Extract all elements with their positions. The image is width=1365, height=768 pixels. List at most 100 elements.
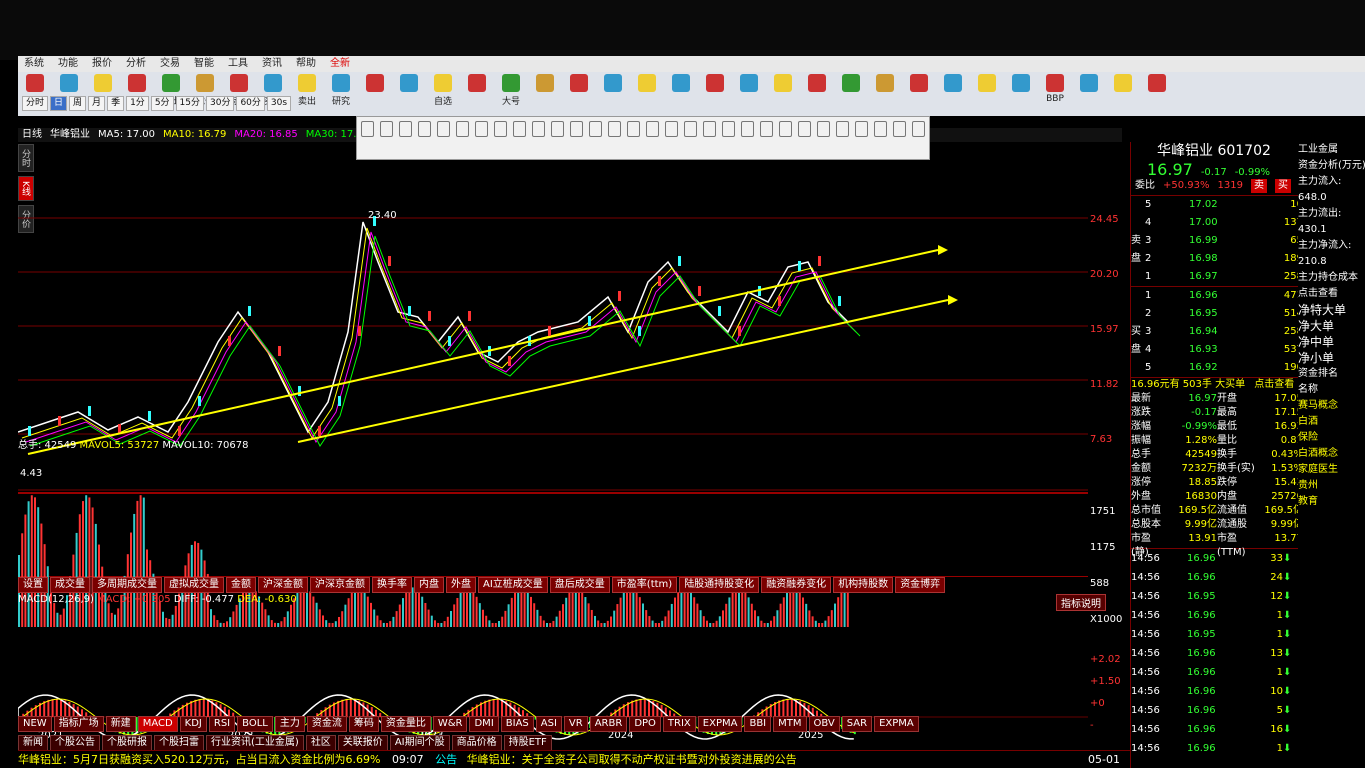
- toolbar-button-31[interactable]: [1074, 74, 1104, 114]
- draw-tool-icon-28[interactable]: [893, 121, 906, 137]
- vol-indicator-tab-16[interactable]: 资金博弈: [895, 577, 946, 593]
- buy-button[interactable]: 买: [1274, 179, 1291, 193]
- fund-item[interactable]: 主力流入:: [1298, 174, 1365, 190]
- indicator-tab-1[interactable]: 指标广场: [53, 716, 104, 732]
- indicator-tab-12[interactable]: DMI: [469, 716, 499, 732]
- info-tab-2[interactable]: 个股研报: [102, 735, 152, 751]
- buy-level-row[interactable]: 4 16.93 537: [1131, 341, 1306, 359]
- toolbar-button-21[interactable]: [734, 74, 764, 114]
- vol-indicator-tab-9[interactable]: 外盘: [446, 577, 476, 593]
- draw-tool-icon-1[interactable]: [380, 121, 393, 137]
- fund-item[interactable]: 主力流出:: [1298, 206, 1365, 222]
- vol-indicator-tab-6[interactable]: 沪深京金额: [310, 577, 370, 593]
- toolbar-button-26[interactable]: [904, 74, 934, 114]
- toolbar-button-28[interactable]: [972, 74, 1002, 114]
- period-tab-5[interactable]: 1分: [126, 96, 149, 111]
- indicator-tab-17[interactable]: DPO: [629, 716, 661, 732]
- draw-tool-icon-27[interactable]: [874, 121, 887, 137]
- indicator-tab-16[interactable]: ARBR: [589, 716, 628, 732]
- indicator-tab-11[interactable]: W&R: [432, 716, 468, 732]
- fund-item[interactable]: 工业金属: [1298, 142, 1365, 158]
- fund-item[interactable]: 净特大单: [1298, 302, 1365, 318]
- draw-tool-icon-19[interactable]: [722, 121, 735, 137]
- draw-tool-icon-13[interactable]: [608, 121, 621, 137]
- menu-news[interactable]: 资讯: [262, 56, 282, 72]
- info-tab-8[interactable]: 商品价格: [451, 735, 502, 751]
- vol-indicator-tab-10[interactable]: AI立桩成交量: [478, 577, 548, 593]
- draw-tool-icon-18[interactable]: [703, 121, 716, 137]
- vol-indicator-tab-11[interactable]: 盘后成交量: [549, 577, 610, 593]
- fund-item[interactable]: 648.0: [1298, 190, 1365, 206]
- indicator-tab-15[interactable]: VR: [563, 716, 588, 732]
- indicator-tab-21[interactable]: MTM: [773, 716, 807, 732]
- toolbar-button-8[interactable]: 卖出: [292, 74, 322, 114]
- sell-level-row[interactable]: 2 16.98 189: [1131, 250, 1306, 268]
- fund-item[interactable]: 净中单: [1298, 334, 1365, 350]
- draw-tool-icon-12[interactable]: [589, 121, 602, 137]
- indicator-tab-7[interactable]: 主力: [274, 716, 305, 732]
- fund-item[interactable]: 点击查看: [1298, 286, 1365, 302]
- indicator-tab-6[interactable]: BOLL: [237, 716, 273, 732]
- toolbar-button-33[interactable]: [1142, 74, 1172, 114]
- period-tab-2[interactable]: 周: [69, 96, 87, 111]
- menu-help[interactable]: 帮助: [296, 56, 316, 72]
- toolbar-button-27[interactable]: [938, 74, 968, 114]
- indicator-tab-9[interactable]: 筹码: [348, 716, 379, 732]
- menu-new[interactable]: 全新: [330, 56, 350, 72]
- info-tab-9[interactable]: 持股ETF: [503, 735, 552, 751]
- toolbar-button-9[interactable]: 研究: [326, 74, 356, 114]
- draw-tool-icon-26[interactable]: [855, 121, 868, 137]
- news-ticker[interactable]: 华峰铝业：5月7日获融资买入520.12万元，占当日流入资金比例为6.69% 0…: [18, 750, 1148, 768]
- sell-level-row[interactable]: 卖盘 3 16.99 65: [1131, 232, 1306, 264]
- indicator-tab-20[interactable]: BBI: [744, 716, 772, 732]
- vol-indicator-tab-13[interactable]: 陆股通持股变化: [679, 577, 760, 593]
- indicator-tab-22[interactable]: OBV: [808, 716, 840, 732]
- sell-level-row[interactable]: 5 17.02 10: [1131, 196, 1306, 214]
- indicator-tab-24[interactable]: EXPMA: [874, 716, 919, 732]
- indicator-tab-10[interactable]: 资金量比: [380, 716, 431, 732]
- menu-system[interactable]: 系统: [24, 56, 44, 72]
- sell-level-row[interactable]: 4 17.00 137: [1131, 214, 1306, 232]
- vol-indicator-tab-7[interactable]: 换手率: [372, 577, 412, 593]
- toolbar-button-17[interactable]: [598, 74, 628, 114]
- draw-tool-icon-17[interactable]: [684, 121, 697, 137]
- fund-item[interactable]: 白酒概念: [1298, 446, 1365, 462]
- menu-tools[interactable]: 工具: [228, 56, 248, 72]
- vol-indicator-tab-5[interactable]: 沪深金额: [258, 577, 308, 593]
- fund-item[interactable]: 保险: [1298, 430, 1365, 446]
- buy-level-row[interactable]: 5 16.92 190: [1131, 359, 1306, 377]
- period-tab-7[interactable]: 15分: [175, 96, 204, 111]
- draw-tool-icon-9[interactable]: [532, 121, 545, 137]
- news-left[interactable]: 华峰铝业：5月7日获融资买入520.12万元，占当日流入资金比例为6.69%: [18, 753, 380, 766]
- info-tab-0[interactable]: 新闻: [18, 735, 48, 751]
- toolbar-button-30[interactable]: BBP: [1040, 74, 1070, 114]
- toolbar-button-32[interactable]: [1108, 74, 1138, 114]
- indicator-tab-19[interactable]: EXPMA: [697, 716, 743, 732]
- fund-item[interactable]: 210.8: [1298, 254, 1365, 270]
- period-tab-8[interactable]: 30分: [206, 96, 235, 111]
- info-tab-1[interactable]: 个股公告: [50, 735, 100, 751]
- draw-tool-icon-14[interactable]: [627, 121, 640, 137]
- toolbar-button-22[interactable]: [768, 74, 798, 114]
- draw-tool-icon-20[interactable]: [741, 121, 754, 137]
- toolbar-button-16[interactable]: [564, 74, 594, 114]
- info-tab-4[interactable]: 行业资讯(工业金属): [206, 735, 304, 751]
- indicator-tab-14[interactable]: ASI: [535, 716, 562, 732]
- draw-tool-icon-8[interactable]: [513, 121, 526, 137]
- fund-item[interactable]: 教育: [1298, 494, 1365, 510]
- vol-indicator-tab-1[interactable]: 成交量: [50, 577, 90, 593]
- vol-indicator-tab-14[interactable]: 融资融券变化: [761, 577, 832, 593]
- toolbar-button-25[interactable]: [870, 74, 900, 114]
- indicator-tab-0[interactable]: NEW: [18, 716, 52, 732]
- indicator-tab-2[interactable]: 新建: [105, 716, 136, 732]
- big-order-row[interactable]: 16.96元有 503手 大买单 点击查看: [1131, 377, 1306, 392]
- period-tab-0[interactable]: 分时: [22, 96, 49, 111]
- toolbar-button-15[interactable]: [530, 74, 560, 114]
- indicator-tab-4[interactable]: KDJ: [179, 716, 207, 732]
- menu-analysis[interactable]: 分析: [126, 56, 146, 72]
- sell-level-row[interactable]: 1 16.97 258: [1131, 268, 1306, 286]
- toolbar-button-19[interactable]: [666, 74, 696, 114]
- period-tab-4[interactable]: 季: [107, 96, 125, 111]
- draw-tool-icon-10[interactable]: [551, 121, 564, 137]
- toolbar-button-13[interactable]: [462, 74, 492, 114]
